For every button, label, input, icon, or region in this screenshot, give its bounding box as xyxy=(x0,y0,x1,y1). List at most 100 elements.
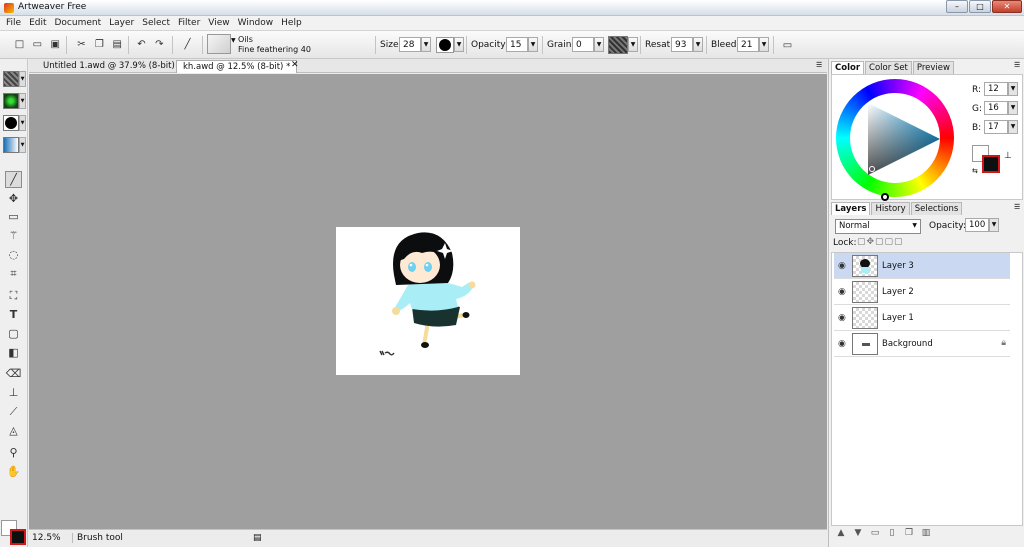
r-spinner[interactable]: ▼ xyxy=(1008,82,1018,96)
grain-field[interactable]: 0 xyxy=(572,37,594,52)
eye-icon[interactable]: ◉ xyxy=(838,287,846,297)
pattern-swatch-dropdown[interactable]: ▼ xyxy=(19,93,26,109)
brush-tip-swatch[interactable] xyxy=(3,115,19,131)
paper-texture-swatch[interactable] xyxy=(608,36,628,54)
r-field[interactable]: 12 xyxy=(984,82,1008,96)
b-field[interactable]: 17 xyxy=(984,120,1008,134)
lasso-icon[interactable]: ◌ xyxy=(5,246,22,263)
size-field[interactable]: 28 xyxy=(399,37,421,52)
lock-options-icons[interactable]: ▢✥▢▢▢ xyxy=(857,237,904,247)
brush-shape-dropdown[interactable]: ▼ xyxy=(454,37,464,52)
saturation-triangle[interactable] xyxy=(860,101,944,177)
new-layer-icon[interactable]: ▯ xyxy=(886,528,898,540)
resat-spinner[interactable]: ▼ xyxy=(693,37,703,52)
menu-file[interactable]: File xyxy=(3,16,26,30)
menu-window[interactable]: Window xyxy=(235,16,279,30)
eraser-icon[interactable]: ⌫ xyxy=(5,365,22,382)
maximize-button[interactable]: □ xyxy=(969,0,991,13)
g-field[interactable]: 16 xyxy=(984,101,1008,115)
eye-icon[interactable]: ◉ xyxy=(838,313,846,323)
copy-icon[interactable]: ❐ xyxy=(92,37,107,52)
b-spinner[interactable]: ▼ xyxy=(1008,120,1018,134)
shape-tool-icon[interactable]: ▢ xyxy=(5,325,22,342)
status-page-icon[interactable]: ▤ xyxy=(253,533,262,543)
tab-kh[interactable]: kh.awd @ 12.5% (8-bit) * xyxy=(176,60,298,73)
gradient-swatch[interactable] xyxy=(3,137,19,153)
brush-icon[interactable]: ╱ xyxy=(180,37,195,52)
zoom-icon[interactable]: ⚲ xyxy=(5,444,22,461)
size-spinner[interactable]: ▼ xyxy=(421,37,431,52)
bleed-spinner[interactable]: ▼ xyxy=(759,37,769,52)
layer-row[interactable]: ◉ Background 🔒︎ xyxy=(834,331,1010,357)
open-folder-icon[interactable]: ▭ xyxy=(30,37,45,52)
gradient-tool-icon[interactable]: ◧ xyxy=(5,344,22,361)
hue-marker[interactable] xyxy=(881,193,889,201)
layers-panel-menu-icon[interactable]: ☰ xyxy=(1014,203,1020,211)
opacity-spinner[interactable]: ▼ xyxy=(528,37,538,52)
paper-swatch-dropdown[interactable]: ▼ xyxy=(19,71,26,87)
cut-icon[interactable]: ✂ xyxy=(74,37,89,52)
paste-icon[interactable]: ▤ xyxy=(110,37,125,52)
clone-stamp-icon[interactable]: ⊥ xyxy=(5,384,22,401)
opacity-field[interactable]: 15 xyxy=(506,37,528,52)
crop-icon[interactable]: ⌗ xyxy=(5,265,22,282)
stamp-icon[interactable]: ⊥ xyxy=(1004,151,1012,161)
menu-filter[interactable]: Filter xyxy=(175,16,205,30)
tab-selections[interactable]: Selections xyxy=(910,202,963,215)
move-tool-icon[interactable]: ✥ xyxy=(5,190,22,207)
text-tool-icon[interactable]: T xyxy=(5,306,22,323)
save-icon[interactable]: ▣ xyxy=(48,37,63,52)
brush-tip-dropdown[interactable]: ▼ xyxy=(19,115,26,131)
hand-icon[interactable]: ✋ xyxy=(5,463,22,480)
canvas-workspace[interactable] xyxy=(29,74,827,529)
layer-row[interactable]: ◉ Layer 2 xyxy=(834,279,1010,305)
layer-row[interactable]: ◉ Layer 1 xyxy=(834,305,1010,331)
swap-colors-icon[interactable]: ⇆ xyxy=(972,167,978,175)
duplicate-layer-icon[interactable]: ❐ xyxy=(903,528,915,540)
status-zoom[interactable]: 12.5% xyxy=(32,533,61,543)
minimize-button[interactable]: – xyxy=(946,0,968,13)
brush-preset[interactable]: Oils Fine feathering 40 xyxy=(238,35,311,55)
menu-select[interactable]: Select xyxy=(139,16,175,30)
blend-mode-select[interactable]: Normal ▼ xyxy=(835,219,921,234)
eye-icon[interactable]: ◉ xyxy=(838,339,846,349)
tab-preview[interactable]: Preview xyxy=(912,61,954,74)
eye-icon[interactable]: ◉ xyxy=(838,261,846,271)
panel-menu-icon[interactable]: ☰ xyxy=(816,61,822,69)
delete-layer-icon[interactable]: ▥ xyxy=(920,528,932,540)
paper-swatch[interactable] xyxy=(3,71,19,87)
grain-spinner[interactable]: ▼ xyxy=(594,37,604,52)
background-color-swatch[interactable] xyxy=(10,529,26,545)
resat-field[interactable]: 93 xyxy=(671,37,693,52)
pattern-swatch[interactable] xyxy=(3,93,19,109)
layer-opacity-field[interactable]: 100 xyxy=(965,218,989,232)
move-down-icon[interactable]: ▼ xyxy=(852,528,864,540)
magic-wand-icon[interactable]: ⚚ xyxy=(5,227,22,244)
close-button[interactable]: ✕ xyxy=(992,0,1022,13)
brush-shape-swatch[interactable] xyxy=(436,37,454,53)
new-document-icon[interactable]: □ xyxy=(12,37,27,52)
tab-color[interactable]: Color xyxy=(831,61,865,74)
perspective-icon[interactable]: ⛶ xyxy=(5,287,22,304)
layer-row[interactable]: ◉ Layer 3 xyxy=(834,253,1010,279)
brush-preset-swatch[interactable] xyxy=(207,34,231,54)
paper-dropdown[interactable]: ▼ xyxy=(628,37,638,52)
bleed-field[interactable]: 21 xyxy=(737,37,759,52)
menu-document[interactable]: Document xyxy=(52,16,107,30)
close-tab-icon[interactable]: ✕ xyxy=(291,60,299,70)
redo-icon[interactable]: ↷ xyxy=(152,37,167,52)
new-group-icon[interactable]: ▭ xyxy=(869,528,881,540)
tab-color-set[interactable]: Color Set xyxy=(865,61,912,74)
layer-opacity-spinner[interactable]: ▼ xyxy=(989,218,999,232)
menu-layer[interactable]: Layer xyxy=(106,16,139,30)
g-spinner[interactable]: ▼ xyxy=(1008,101,1018,115)
extra-options-icon[interactable]: ▭ xyxy=(780,38,795,53)
rectangle-select-icon[interactable]: ▭ xyxy=(5,208,22,225)
document-canvas[interactable] xyxy=(336,227,520,375)
undo-icon[interactable]: ↶ xyxy=(134,37,149,52)
paint-bucket-icon[interactable]: ◬ xyxy=(5,422,22,439)
color-panel-menu-icon[interactable]: ☰ xyxy=(1014,61,1020,69)
menu-view[interactable]: View xyxy=(205,16,234,30)
preset-dropdown-icon[interactable]: ▼ xyxy=(231,37,236,44)
menu-help[interactable]: Help xyxy=(278,16,307,30)
